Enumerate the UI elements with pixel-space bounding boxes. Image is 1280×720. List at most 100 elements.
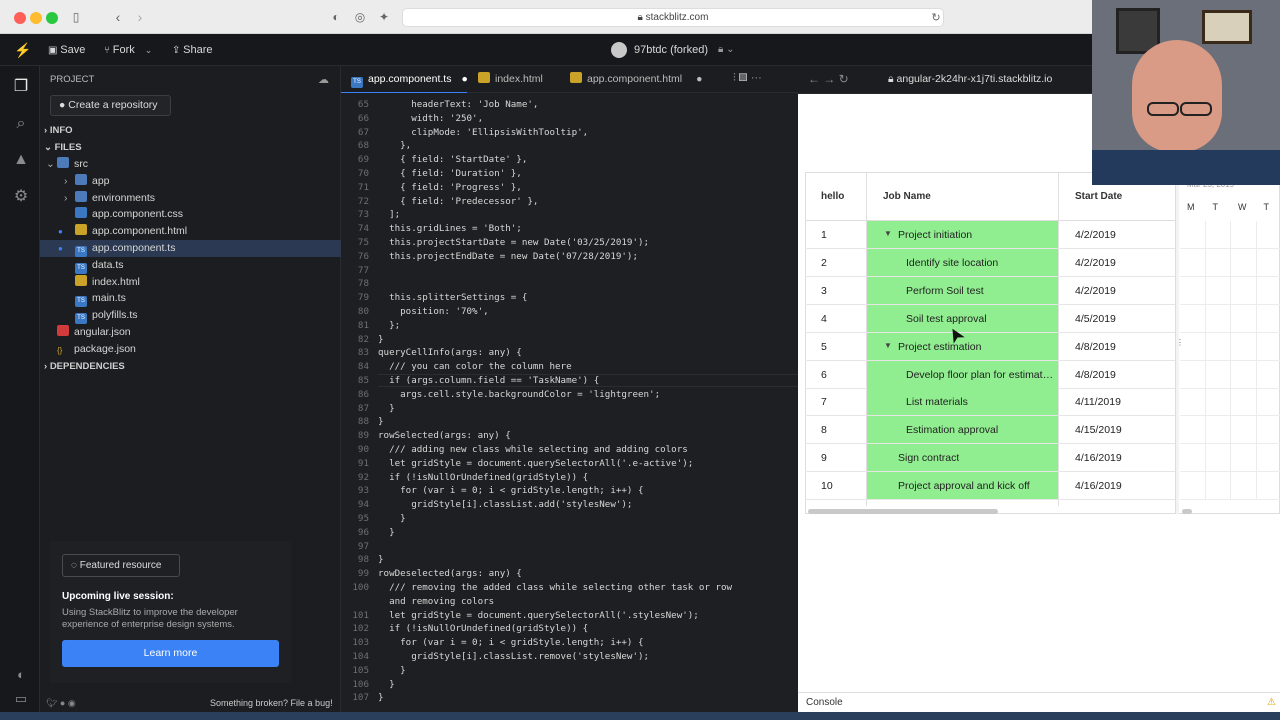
- preview-url[interactable]: 🔒︎ angular-2k24hr-x1j7ti.stackblitz.io: [888, 73, 1052, 86]
- preview-nav-icons[interactable]: ← → ↻: [808, 72, 849, 86]
- reload-icon[interactable]: ↻: [928, 9, 944, 27]
- file-tree-item[interactable]: TS main.ts: [40, 290, 341, 308]
- code-line[interactable]: }: [378, 527, 395, 538]
- code-line[interactable]: }: [378, 679, 395, 690]
- code-line[interactable]: for (var i = 0; i < gridStyle.length; i+…: [378, 485, 643, 496]
- code-line[interactable]: /// removing the added class while selec…: [378, 582, 732, 593]
- column-header-hello[interactable]: hello: [821, 191, 844, 202]
- horizontal-scrollbar[interactable]: [808, 509, 998, 514]
- terminal-icon[interactable]: ▭: [10, 688, 32, 710]
- column-header-job-name[interactable]: Job Name: [883, 191, 931, 202]
- file-tree-item[interactable]: TS polyfills.ts: [40, 307, 341, 325]
- close-window-button[interactable]: [14, 12, 26, 24]
- file-bug-link[interactable]: Something broken? File a bug!: [210, 698, 333, 708]
- code-line[interactable]: }: [378, 692, 384, 703]
- social-icons[interactable]: 🐦︎ ● ◉: [46, 698, 76, 709]
- code-line[interactable]: queryCellInfo(args: any) {: [378, 347, 522, 358]
- tab-app-component-html[interactable]: app.component.html ●: [560, 66, 703, 93]
- gear-icon[interactable]: ⚙: [10, 186, 32, 208]
- forward-icon[interactable]: ›: [132, 8, 148, 26]
- code-line[interactable]: /// you can color the column here: [378, 361, 572, 372]
- file-tree-item[interactable]: ⌄ src: [40, 156, 341, 173]
- minimize-window-button[interactable]: [30, 12, 42, 24]
- avatar[interactable]: [611, 42, 627, 58]
- code-line[interactable]: gridStyle[i].classList.remove('stylesNew…: [378, 651, 649, 662]
- code-line[interactable]: gridStyle[i].classList.add('stylesNew');: [378, 499, 632, 510]
- code-line[interactable]: }: [378, 513, 406, 524]
- timeline-scrollbar[interactable]: [1182, 509, 1192, 514]
- code-line[interactable]: }: [378, 334, 384, 345]
- code-line[interactable]: and removing colors: [378, 596, 494, 607]
- cloud-sync-icon[interactable]: ☁: [318, 73, 329, 86]
- code-line[interactable]: headerText: 'Job Name',: [378, 99, 538, 110]
- code-line[interactable]: let gridStyle = document.querySelectorAl…: [378, 610, 699, 621]
- code-line[interactable]: { field: 'StartDate' },: [378, 154, 527, 165]
- files-icon[interactable]: ❐: [10, 76, 32, 98]
- stackblitz-logo-icon[interactable]: ⚡: [14, 34, 31, 66]
- code-line[interactable]: rowDeselected(args: any) {: [378, 568, 522, 579]
- file-tree-item[interactable]: TS data.ts: [40, 257, 341, 274]
- lock-icon[interactable]: 🔒︎ ⌄: [718, 34, 734, 66]
- theme-toggle-icon[interactable]: ◐: [10, 664, 32, 686]
- code-line[interactable]: /// adding new class while selecting and…: [378, 444, 688, 455]
- code-line[interactable]: },: [378, 140, 411, 151]
- firebase-icon[interactable]: ▲: [10, 149, 32, 171]
- translate-icon[interactable]: ◎: [352, 8, 368, 26]
- code-line[interactable]: if (!isNullOrUndefined(gridStyle)) {: [378, 623, 588, 634]
- code-line[interactable]: for (var i = 0; i < gridStyle.length; i+…: [378, 637, 643, 648]
- expand-toggle-icon[interactable]: ▼: [884, 229, 892, 238]
- column-header-start-date[interactable]: Start Date: [1075, 191, 1122, 202]
- file-tree-item[interactable]: angular.json: [40, 324, 341, 341]
- fork-button[interactable]: ⑂ Fork ⌄: [104, 34, 152, 66]
- code-line[interactable]: }: [378, 403, 395, 414]
- shield-icon[interactable]: ◐: [328, 8, 344, 26]
- tab-index-html[interactable]: index.html: [468, 66, 543, 93]
- file-tree-item[interactable]: ● TS app.component.ts: [40, 240, 341, 257]
- back-icon[interactable]: ‹: [110, 8, 126, 26]
- code-line[interactable]: }: [378, 416, 384, 427]
- file-tree-item[interactable]: app.component.css: [40, 206, 341, 223]
- modified-dot-icon: ●: [696, 73, 703, 85]
- tab-app-component-ts[interactable]: TS app.component.ts ●: [341, 66, 468, 93]
- file-tree-item[interactable]: › app: [40, 173, 341, 190]
- address-bar[interactable]: 🔒︎ stackblitz.com: [402, 8, 944, 27]
- project-name[interactable]: 97btdc (forked): [634, 34, 708, 66]
- extension-icon[interactable]: ✦: [376, 8, 392, 26]
- info-section[interactable]: › INFO: [44, 125, 73, 136]
- share-button[interactable]: ⇪ Share: [172, 34, 213, 66]
- code-line[interactable]: this.gridLines = 'Both';: [378, 223, 522, 234]
- code-line[interactable]: ];: [378, 209, 400, 220]
- editor-actions[interactable]: ⫶ ▥ ⋯: [733, 72, 762, 85]
- warning-icon[interactable]: ⚠: [1267, 697, 1276, 708]
- code-line[interactable]: { field: 'Progress' },: [378, 182, 522, 193]
- code-line[interactable]: width: '250',: [378, 113, 483, 124]
- console-bar[interactable]: Console: [798, 692, 1280, 712]
- code-line[interactable]: clipMode: 'EllipsisWithTooltip',: [378, 127, 588, 138]
- code-line[interactable]: { field: 'Predecessor' },: [378, 196, 538, 207]
- code-line[interactable]: rowSelected(args: any) {: [378, 430, 511, 441]
- code-line[interactable]: position: '70%',: [378, 306, 489, 317]
- code-line[interactable]: this.splitterSettings = {: [378, 292, 527, 303]
- sidebar-toggle-icon[interactable]: ▯: [68, 8, 84, 26]
- code-line[interactable]: }: [378, 554, 384, 565]
- save-button[interactable]: ▣ Save: [48, 34, 85, 66]
- expand-toggle-icon[interactable]: ▼: [884, 341, 892, 350]
- learn-more-button[interactable]: Learn more: [62, 640, 279, 667]
- code-line[interactable]: { field: 'Duration' },: [378, 168, 522, 179]
- search-icon[interactable]: ⌕: [10, 113, 32, 135]
- code-line[interactable]: let gridStyle = document.querySelectorAl…: [378, 458, 693, 469]
- zoom-window-button[interactable]: [46, 12, 58, 24]
- file-tree-item[interactable]: ● app.component.html: [40, 223, 341, 240]
- file-tree-item[interactable]: › environments: [40, 190, 341, 207]
- code-line[interactable]: }: [378, 665, 406, 676]
- dependencies-section[interactable]: › DEPENDENCIES: [44, 361, 125, 372]
- file-tree-item[interactable]: index.html: [40, 274, 341, 291]
- code-line[interactable]: };: [378, 320, 400, 331]
- code-line[interactable]: this.projectStartDate = new Date('03/25/…: [378, 237, 649, 248]
- file-tree-item[interactable]: {} package.json: [40, 341, 341, 358]
- code-line[interactable]: args.cell.style.backgroundColor = 'light…: [378, 389, 660, 400]
- code-line[interactable]: this.projectEndDate = new Date('07/28/20…: [378, 251, 638, 262]
- files-section[interactable]: ⌄ FILES: [44, 142, 82, 153]
- create-repository-button[interactable]: ● Create a repository: [50, 95, 171, 116]
- code-line[interactable]: if (!isNullOrUndefined(gridStyle)) {: [378, 472, 588, 483]
